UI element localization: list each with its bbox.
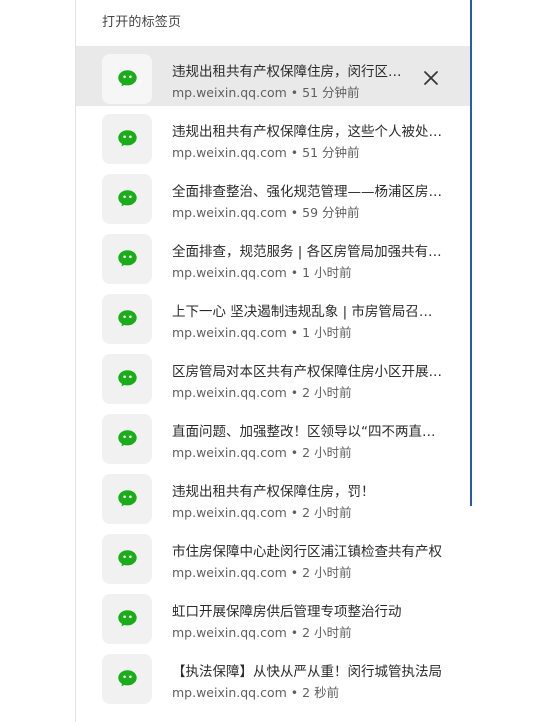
open-tabs-panel: 打开的标签页 违规出租共有产权保障住房，闵行区房管局... mp.weixin.… [76, 0, 470, 722]
meta-separator: • [290, 445, 299, 460]
tab-meta: mp.weixin.qq.com • 1 小时前 [172, 322, 352, 341]
tab-time: 1 小时前 [302, 325, 352, 340]
wechat-icon [118, 610, 137, 627]
open-tab-item-2[interactable]: 违规出租共有产权保障住房，这些个人被处罚了 mp.weixin.qq.com • 5… [76, 106, 470, 166]
tab-time: 59 分钟前 [302, 205, 360, 220]
tab-domain: mp.weixin.qq.com [172, 205, 287, 220]
open-tabs-heading: 打开的标签页 [102, 15, 182, 30]
meta-separator: • [290, 145, 299, 160]
wechat-icon [118, 190, 137, 207]
wechat-icon [118, 310, 137, 327]
tab-domain: mp.weixin.qq.com [172, 385, 287, 400]
tab-time: 2 小时前 [302, 385, 352, 400]
open-tab-item-9[interactable]: 市住房保障中心赴闵行区浦江镇检查共有产权 mp.weixin.qq.com • 2 … [76, 526, 470, 586]
wechat-icon [118, 490, 137, 507]
tab-time: 1 小时前 [302, 265, 352, 280]
wechat-icon [118, 70, 137, 87]
tab-favicon [102, 54, 152, 104]
open-tab-item-6[interactable]: 区房管局对本区共有产权保障住房小区开展排查 mp.weixin.qq.com • 2… [76, 346, 470, 406]
wechat-icon [118, 130, 137, 147]
meta-separator: • [290, 505, 299, 520]
open-tabs-list: 违规出租共有产权保障住房，闵行区房管局... mp.weixin.qq.com•… [76, 46, 470, 706]
panel-scroll-edge[interactable] [470, 0, 472, 506]
meta-separator: • [290, 685, 299, 700]
tab-title: 上下一心 坚决遏制违规乱象 | 市房管局召开会议 [172, 304, 442, 320]
open-tab-item-4[interactable]: 全面排查，规范服务 | 各区房管局加强共有产权 mp.weixin.qq.com… [76, 226, 470, 286]
tab-domain: mp.weixin.qq.com [172, 145, 287, 160]
tab-domain: mp.weixin.qq.com [172, 685, 287, 700]
wechat-icon [118, 430, 137, 447]
tab-title: 区房管局对本区共有产权保障住房小区开展排查 [172, 364, 442, 380]
wechat-icon [118, 670, 137, 687]
tab-domain: mp.weixin.qq.com [172, 325, 287, 340]
open-tab-item-1[interactable]: 违规出租共有产权保障住房，闵行区房管局... mp.weixin.qq.com•… [76, 46, 470, 106]
tab-time: 51 分钟前 [302, 85, 360, 100]
tab-title: 全面排查，规范服务 | 各区房管局加强共有产权 [172, 244, 442, 260]
tab-meta: mp.weixin.qq.com • 59 分钟前 [172, 202, 360, 221]
tab-time: 51 分钟前 [302, 145, 360, 160]
open-tab-item-7[interactable]: 直面问题、加强整改！区领导以“四不两直”方式 mp.weixin.qq.com •… [76, 406, 470, 466]
tab-domain: mp.weixin.qq.com [172, 85, 287, 100]
tab-domain: mp.weixin.qq.com [172, 505, 287, 520]
tab-time: 2 秒前 [302, 685, 340, 700]
meta-separator: • [290, 385, 299, 400]
meta-separator: • [290, 325, 299, 340]
tab-favicon [102, 294, 152, 344]
meta-separator: • [290, 625, 299, 640]
tab-domain: mp.weixin.qq.com [172, 445, 287, 460]
tab-meta: mp.weixin.qq.com • 2 小时前 [172, 562, 352, 581]
tab-favicon [102, 654, 152, 704]
tab-meta: mp.weixin.qq.com • 2 小时前 [172, 622, 352, 641]
tab-meta: mp.weixin.qq.com • 51 分钟前 [172, 142, 360, 161]
meta-separator: • [290, 565, 299, 580]
open-tab-item-10[interactable]: 虹口开展保障房供后管理专项整治行动 mp.weixin.qq.com • 2 小时前 [76, 586, 470, 646]
tab-favicon [102, 174, 152, 224]
tab-favicon [102, 534, 152, 584]
tab-time: 2 小时前 [302, 505, 352, 520]
tab-meta: mp.weixin.qq.com • 1 小时前 [172, 262, 352, 281]
tab-meta: mp.weixin.qq.com • 51 分钟前 [172, 82, 360, 101]
tab-title: 全面排查整治、强化规范管理——杨浦区房管局 [172, 184, 442, 200]
open-tab-item-5[interactable]: 上下一心 坚决遏制违规乱象 | 市房管局召开会议 mp.weixin.qq.co… [76, 286, 470, 346]
close-tab-button[interactable] [419, 66, 443, 90]
wechat-icon [118, 550, 137, 567]
tab-meta: mp.weixin.qq.com • 2 秒前 [172, 682, 339, 701]
tab-time: 2 小时前 [302, 625, 352, 640]
tab-domain: mp.weixin.qq.com [172, 565, 287, 580]
tab-title: 违规出租共有产权保障住房，闵行区房管局... [172, 64, 414, 80]
tab-meta: mp.weixin.qq.com • 2 小时前 [172, 382, 352, 401]
tab-favicon [102, 354, 152, 404]
tab-title: 违规出租共有产权保障住房，罚！ [172, 484, 375, 500]
tab-favicon [102, 234, 152, 284]
tab-domain: mp.weixin.qq.com [172, 265, 287, 280]
tab-title: 违规出租共有产权保障住房，这些个人被处罚了 [172, 124, 442, 140]
tab-title: 【执法保障】从快从严从重！闵行城管执法局 [172, 664, 442, 680]
meta-separator: • [290, 205, 299, 220]
meta-separator: • [290, 85, 299, 100]
tab-time: 2 小时前 [302, 565, 352, 580]
open-tab-item-3[interactable]: 全面排查整治、强化规范管理——杨浦区房管局 mp.weixin.qq.com • 5… [76, 166, 470, 226]
tab-domain: mp.weixin.qq.com [172, 625, 287, 640]
open-tab-item-11[interactable]: 【执法保障】从快从严从重！闵行城管执法局 mp.weixin.qq.com • 2 … [76, 646, 470, 706]
open-tab-item-8[interactable]: 违规出租共有产权保障住房，罚！ mp.weixin.qq.com • 2 小时前 [76, 466, 470, 526]
tab-favicon [102, 414, 152, 464]
tab-time: 2 小时前 [302, 445, 352, 460]
tab-meta: mp.weixin.qq.com • 2 小时前 [172, 502, 352, 521]
tab-favicon [102, 114, 152, 164]
tab-title: 市住房保障中心赴闵行区浦江镇检查共有产权 [172, 544, 442, 560]
close-icon [424, 71, 438, 85]
tab-favicon [102, 474, 152, 524]
tab-favicon [102, 594, 152, 644]
tab-title: 虹口开展保障房供后管理专项整治行动 [172, 604, 402, 620]
wechat-icon [118, 250, 137, 267]
tab-title: 直面问题、加强整改！区领导以“四不两直”方式 [172, 424, 442, 440]
wechat-icon [118, 370, 137, 387]
meta-separator: • [290, 265, 299, 280]
tab-meta: mp.weixin.qq.com • 2 小时前 [172, 442, 352, 461]
